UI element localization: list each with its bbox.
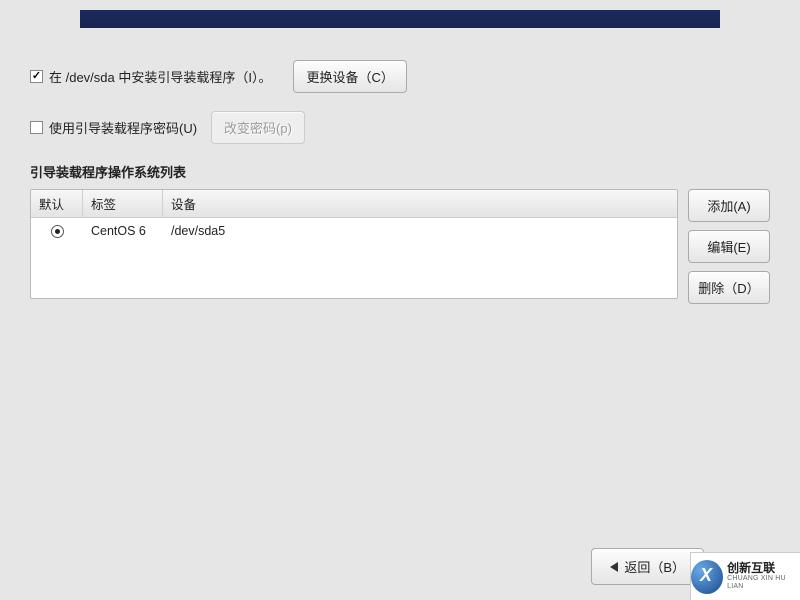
arrow-left-icon <box>610 562 618 572</box>
table-row[interactable]: CentOS 6 /dev/sda5 <box>31 218 677 244</box>
watermark-text: 创新互联 CHUANG XIN HU LIAN <box>727 562 800 591</box>
col-label[interactable]: 标签 <box>83 190 163 217</box>
use-password-label: 使用引导装载程序密码(U) <box>49 118 197 137</box>
col-device[interactable]: 设备 <box>163 190 677 217</box>
back-button[interactable]: 返回（B） <box>591 548 704 585</box>
header-banner <box>80 10 720 28</box>
install-bootloader-row: 在 /dev/sda 中安装引导装载程序（I）。 更换设备（C） <box>30 60 770 93</box>
back-label: 返回（B） <box>624 557 685 576</box>
watermark-logo-icon <box>691 560 723 594</box>
use-password-checkbox[interactable] <box>30 121 43 134</box>
watermark-brand-cn: 创新互联 <box>727 562 800 575</box>
watermark-brand-en: CHUANG XIN HU LIAN <box>727 575 800 590</box>
os-table-header: 默认 标签 设备 <box>31 190 677 218</box>
install-bootloader-checkbox[interactable] <box>30 70 43 83</box>
change-password-button: 改变密码(p) <box>211 111 305 144</box>
os-list-title: 引导装载程序操作系统列表 <box>30 162 770 181</box>
delete-button[interactable]: 删除（D） <box>688 271 770 304</box>
os-table-area: 默认 标签 设备 CentOS 6 /dev/sda5 添加(A) 编辑(E) … <box>30 189 770 304</box>
bootloader-password-row: 使用引导装载程序密码(U) 改变密码(p) <box>30 111 770 144</box>
side-buttons: 添加(A) 编辑(E) 删除（D） <box>688 189 770 304</box>
row-label: CentOS 6 <box>83 222 163 240</box>
os-table: 默认 标签 设备 CentOS 6 /dev/sda5 <box>30 189 678 299</box>
add-button[interactable]: 添加(A) <box>688 189 770 222</box>
main-content: 在 /dev/sda 中安装引导装载程序（I）。 更换设备（C） 使用引导装载程… <box>30 60 770 304</box>
watermark: 创新互联 CHUANG XIN HU LIAN <box>690 552 800 600</box>
default-radio[interactable] <box>51 225 64 238</box>
edit-button[interactable]: 编辑(E) <box>688 230 770 263</box>
col-default[interactable]: 默认 <box>31 190 83 217</box>
row-device: /dev/sda5 <box>163 222 677 240</box>
change-device-button[interactable]: 更换设备（C） <box>293 60 406 93</box>
install-bootloader-label: 在 /dev/sda 中安装引导装载程序（I）。 <box>49 67 271 86</box>
